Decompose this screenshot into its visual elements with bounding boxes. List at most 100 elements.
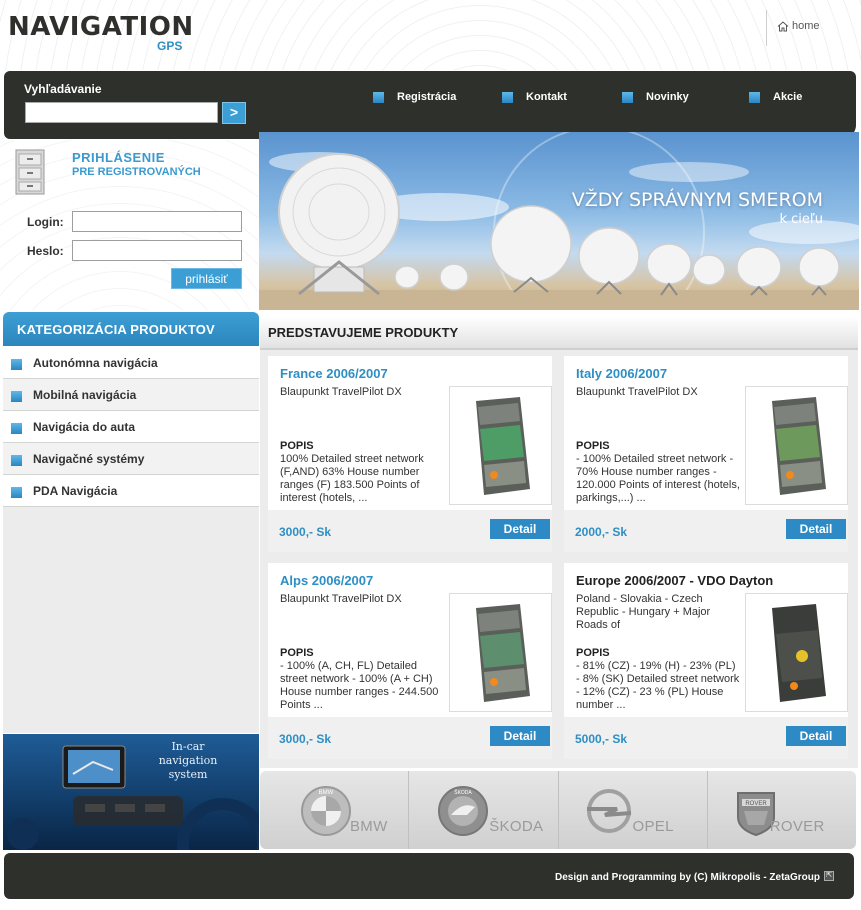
nav-item-kontakt[interactable]: Kontakt	[502, 91, 567, 103]
brand-opel[interactable]: OPEL	[559, 771, 708, 849]
home-label: home	[792, 20, 820, 32]
brand-skoda[interactable]: ŠKODA ŠKODA	[409, 771, 559, 849]
brand-name: BMW	[350, 818, 388, 835]
product-subtitle: Poland - Slovakia - Czech Republic - Hun…	[576, 593, 711, 631]
radio-telescopes-image	[259, 132, 859, 310]
banner-title: VŽDY SPRÁVNYM SMEROM	[571, 189, 823, 211]
incar-line-2: navigation	[158, 754, 218, 767]
category-item[interactable]: Autonómna navigácia	[3, 347, 259, 379]
product-subtitle: Blaupunkt TravelPilot DX	[280, 593, 402, 605]
product-image[interactable]	[449, 593, 552, 712]
product-description: 100% Detailed street network (F,AND) 63%…	[280, 453, 424, 504]
product-popis-label: POPIS	[280, 440, 314, 452]
nav-item-label: Novinky	[646, 91, 689, 103]
footer: Design and Programming by (C) Mikropolis…	[4, 853, 854, 899]
rover-logo-text: ROVER	[745, 801, 767, 807]
map-box-image	[476, 397, 530, 495]
product-popis-label: POPIS	[280, 647, 314, 659]
product-description: - 100% Detailed street network - 70% Hou…	[576, 453, 740, 504]
detail-button[interactable]: Detail	[786, 726, 846, 746]
product-card: Alps 2006/2007 Blaupunkt TravelPilot DX …	[265, 560, 555, 762]
logo-title[interactable]: NAVIGATION	[8, 12, 194, 42]
skoda-logo-icon: ŠKODA	[438, 786, 489, 836]
nav-item-registracia[interactable]: Registrácia	[373, 91, 456, 103]
product-description: - 81% (CZ) - 19% (H) - 23% (PL) - 8% (SK…	[576, 660, 740, 711]
banner-subtitle: k cieľu	[779, 212, 823, 227]
product-popis-label: POPIS	[576, 647, 610, 659]
incar-navigation-image[interactable]: In-car navigation system	[3, 734, 259, 850]
product-title[interactable]: Italy 2006/2007	[576, 366, 667, 381]
bullet-square-icon	[11, 390, 22, 402]
search-label: Vyhľadávanie	[24, 82, 102, 96]
product-image[interactable]	[449, 386, 552, 505]
product-popis-label: POPIS	[576, 440, 610, 452]
brand-bmw[interactable]: BMW BMW	[260, 771, 410, 849]
detail-button[interactable]: Detail	[490, 726, 550, 746]
category-label: Navigácia do auta	[33, 419, 136, 434]
password-field[interactable]	[72, 240, 242, 261]
file-cabinet-icon	[15, 149, 45, 195]
category-item[interactable]: PDA Navigácia	[3, 475, 259, 507]
bullet-square-icon	[749, 91, 760, 103]
detail-button[interactable]: Detail	[490, 519, 550, 539]
map-box-image	[476, 604, 530, 702]
nav-item-label: Registrácia	[397, 91, 457, 103]
brand-name: ŠKODA	[489, 818, 544, 835]
search-button[interactable]: >	[222, 102, 246, 124]
category-item[interactable]: Navigácia do auta	[3, 411, 259, 443]
product-title[interactable]: Alps 2006/2007	[280, 573, 373, 588]
bmw-logo-icon: BMW	[301, 786, 351, 836]
incar-caption: In-car navigation system	[143, 740, 233, 782]
products-header: PREDSTAVUJEME PRODUKTY	[260, 316, 858, 350]
product-card: Europe 2006/2007 - VDO Dayton Poland - S…	[561, 560, 851, 762]
product-image[interactable]	[745, 593, 848, 712]
category-label: PDA Navigácia	[33, 483, 118, 498]
nav-item-novinky[interactable]: Novinky	[622, 91, 689, 103]
bullet-square-icon	[11, 422, 22, 434]
product-card: Italy 2006/2007 Blaupunkt TravelPilot DX…	[561, 353, 851, 555]
password-label: Heslo:	[27, 244, 64, 258]
bullet-square-icon	[11, 454, 22, 466]
skoda-logo-text: ŠKODA	[454, 789, 472, 796]
product-footer: 3000,- Sk Detail	[268, 510, 552, 552]
login-button[interactable]: prihlásiť	[171, 268, 242, 289]
products-grid: France 2006/2007 Blaupunkt TravelPilot D…	[260, 350, 858, 768]
home-link[interactable]: home	[766, 10, 820, 46]
product-title[interactable]: Europe 2006/2007 - VDO Dayton	[576, 573, 773, 588]
product-card: France 2006/2007 Blaupunkt TravelPilot D…	[265, 353, 555, 555]
banner: VŽDY SPRÁVNYM SMEROM k cieľu	[259, 132, 859, 310]
bullet-square-icon	[11, 358, 22, 370]
product-subtitle: Blaupunkt TravelPilot DX	[280, 386, 402, 398]
bmw-logo-text: BMW	[319, 790, 334, 796]
opel-logo-icon	[586, 789, 631, 833]
nav-item-label: Kontakt	[526, 91, 567, 103]
product-footer: 3000,- Sk Detail	[268, 717, 552, 759]
category-label: Navigačné systémy	[33, 451, 145, 466]
product-price: 3000,- Sk	[279, 525, 332, 539]
categories-header: KATEGORIZÁCIA PRODUKTOV	[3, 312, 259, 346]
bullet-square-icon	[622, 91, 633, 103]
product-price: 5000,- Sk	[575, 732, 628, 746]
detail-button[interactable]: Detail	[786, 519, 846, 539]
category-item[interactable]: Navigačné systémy	[3, 443, 259, 475]
category-label: Mobilná navigácia	[33, 387, 137, 402]
search-input[interactable]	[25, 102, 218, 123]
nav-item-label: Akcie	[773, 91, 803, 103]
bullet-square-icon	[11, 486, 22, 498]
home-icon	[777, 21, 789, 32]
brand-name: ROVER	[769, 818, 825, 835]
map-box-image	[772, 604, 826, 702]
login-label: Login:	[27, 215, 64, 229]
product-title[interactable]: France 2006/2007	[280, 366, 388, 381]
product-price: 3000,- Sk	[279, 732, 332, 746]
external-link-icon[interactable]: ⇱	[824, 871, 834, 881]
product-description: - 100% (A, CH, FL) Detailed street netwo…	[280, 660, 439, 711]
footer-credit[interactable]: Design and Programming by (C) Mikropolis…	[555, 872, 820, 883]
top-bar: Vyhľadávanie > Registrácia Kontakt Novin…	[4, 71, 856, 139]
brand-rover[interactable]: ROVER ROVER	[708, 771, 856, 849]
category-item[interactable]: Mobilná navigácia	[3, 379, 259, 411]
nav-item-akcie[interactable]: Akcie	[749, 91, 802, 103]
login-field[interactable]	[72, 211, 242, 232]
product-image[interactable]	[745, 386, 848, 505]
logo-subtitle: GPS	[157, 39, 183, 53]
